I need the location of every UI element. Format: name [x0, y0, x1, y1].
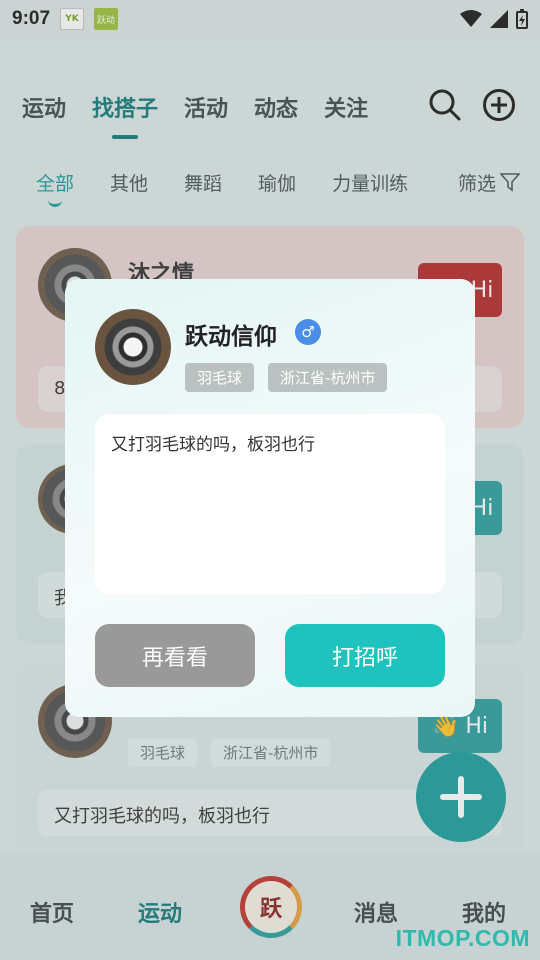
male-gender-icon: ♂ [295, 319, 321, 345]
sport-tag: 羽毛球 [185, 363, 255, 392]
dialog-avatar [95, 309, 171, 385]
dialog-tags: 羽毛球 浙江省-杭州市 [185, 363, 388, 392]
dialog-message: 又打羽毛球的吗，板羽也行 [95, 414, 445, 594]
location-tag: 浙江省-杭州市 [268, 363, 388, 392]
dialog-user-name: 跃动信仰 [185, 324, 277, 350]
greet-dialog: 跃动信仰 ♂ 羽毛球 浙江省-杭州市 又打羽毛球的吗，板羽也行 再看看 打招呼 [65, 279, 475, 717]
say-hello-button[interactable]: 打招呼 [285, 624, 445, 687]
maybe-later-button[interactable]: 再看看 [95, 624, 255, 687]
